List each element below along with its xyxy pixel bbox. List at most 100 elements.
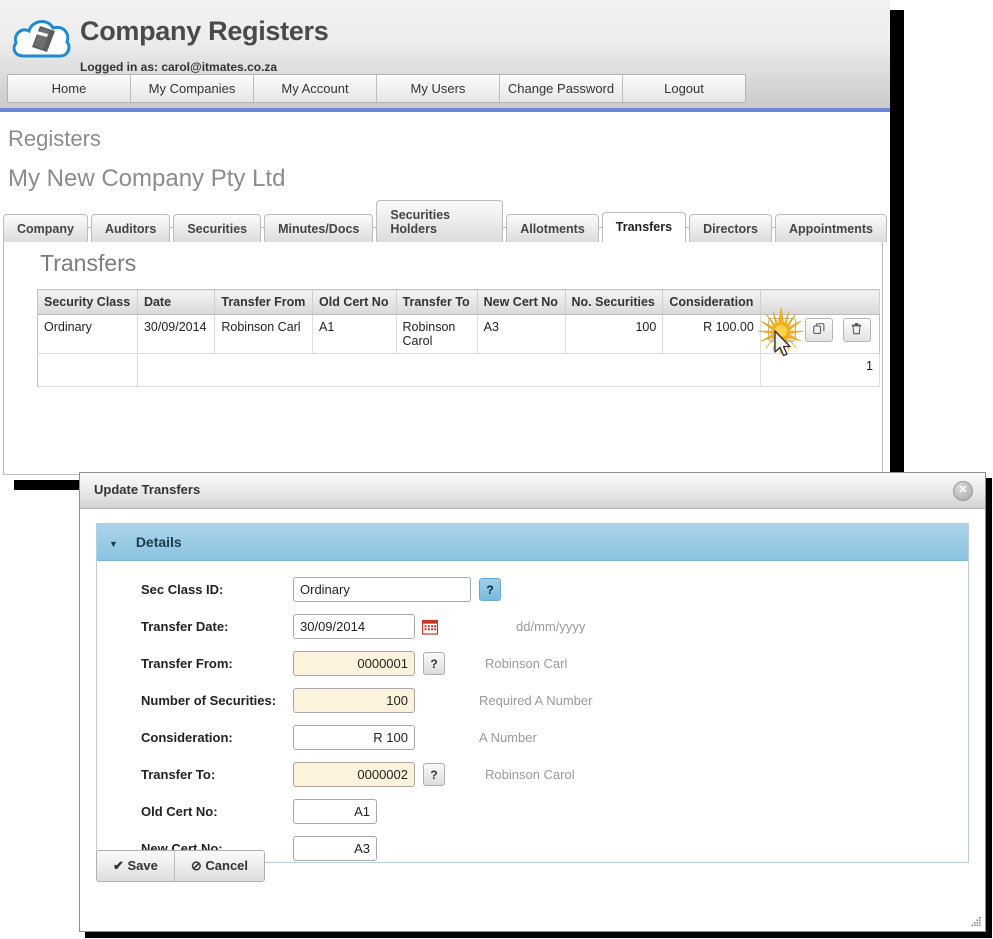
chevron-down-icon[interactable]: ▼ <box>109 539 118 549</box>
cell-transfer-from: Robinson Carl <box>214 314 314 354</box>
transfers-panel: Transfers Security Class Date Transfer F… <box>3 227 883 475</box>
transfer-to-help-button[interactable]: ? <box>423 763 445 786</box>
consideration-hint: A Number <box>479 730 537 745</box>
cell-date: 30/09/2014 <box>137 314 216 354</box>
edit-wand-icon[interactable] <box>767 318 796 342</box>
breadcrumb: Registers <box>8 126 101 151</box>
tab-appointments[interactable]: Appointments <box>774 214 887 242</box>
label-transfer-date: Transfer Date: <box>141 619 229 634</box>
trash-icon[interactable] <box>842 318 871 342</box>
cell-old-cert-no: A1 <box>312 314 397 354</box>
tab-auditors[interactable]: Auditors <box>90 214 171 242</box>
col-consideration: Consideration <box>662 289 761 315</box>
details-section-header[interactable]: ▼ Details <box>97 524 968 561</box>
company-title: My New Company Pty Ltd <box>8 165 286 192</box>
sec-class-id-help-button[interactable]: ? <box>479 578 501 601</box>
tab-directors[interactable]: Directors <box>689 214 772 242</box>
col-security-class: Security Class <box>37 289 138 315</box>
col-actions <box>760 289 881 315</box>
label-old-cert-no: Old Cert No: <box>141 804 218 819</box>
nav-item-logout[interactable]: Logout <box>623 75 745 102</box>
col-date: Date <box>137 289 216 315</box>
page-title: Company Registers <box>80 16 329 46</box>
label-sec-class-id: Sec Class ID: <box>141 582 224 597</box>
table-header-row: Security Class Date Transfer From Old Ce… <box>37 289 881 315</box>
col-transfer-from: Transfer From <box>214 289 314 315</box>
nav-item-home[interactable]: Home <box>8 75 131 102</box>
consideration-input[interactable] <box>293 725 415 750</box>
number-of-securities-input[interactable] <box>293 688 415 713</box>
tab-company[interactable]: Company <box>3 214 88 242</box>
label-transfer-from: Transfer From: <box>141 656 233 671</box>
pagination-page-number[interactable]: 1 <box>760 353 881 387</box>
col-old-cert-no: Old Cert No <box>312 289 397 315</box>
col-no-securities: No. Securities <box>565 289 664 315</box>
app-header: Company Registers Logged in as: carol@it… <box>0 0 890 112</box>
close-icon[interactable]: ✕ <box>953 481 973 501</box>
cloud-book-icon <box>12 20 71 58</box>
transfer-date-input[interactable] <box>293 614 415 639</box>
sec-class-id-input[interactable] <box>293 577 471 602</box>
nav-item-my-companies[interactable]: My Companies <box>131 75 254 102</box>
tab-minutes-docs[interactable]: Minutes/Docs <box>264 214 374 242</box>
field-transfer-date: Transfer Date: dd/mm/ <box>97 614 968 639</box>
field-number-of-securities: Number of Securities: Required A Number <box>97 688 968 713</box>
screen: Company Registers Logged in as: carol@it… <box>0 0 993 939</box>
cell-actions <box>760 314 880 354</box>
dialog-titlebar[interactable]: Update Transfers ✕ <box>80 473 985 509</box>
resize-grip-icon[interactable] <box>970 916 982 928</box>
transfer-from-hint: Robinson Carl <box>485 656 568 671</box>
field-consideration: Consideration: A Number <box>97 725 968 750</box>
cell-no-securities: 100 <box>565 314 664 354</box>
details-section: ▼ Details Sec Class ID: ? Transfer Date: <box>96 523 969 863</box>
update-transfers-dialog: Update Transfers ✕ ▼ Details Sec Class I… <box>79 472 986 932</box>
cell-consideration: R 100.00 <box>662 314 761 354</box>
save-button[interactable]: ✔ Save <box>97 851 175 881</box>
col-new-cert-no: New Cert No <box>477 289 566 315</box>
register-tabs: Company Auditors Securities Minutes/Docs… <box>3 200 890 242</box>
copy-icon[interactable] <box>805 318 834 342</box>
nav-item-change-password[interactable]: Change Password <box>500 75 623 102</box>
transfer-date-hint: dd/mm/yyyy <box>516 619 586 634</box>
cell-new-cert-no: A3 <box>477 314 566 354</box>
cell-security-class: Ordinary <box>37 314 138 354</box>
transfer-to-input[interactable] <box>293 762 415 787</box>
cancel-button[interactable]: ⊘ Cancel <box>174 851 265 881</box>
dialog-footer: ✔ Save ⊘ Cancel <box>96 850 266 882</box>
main-page-panel: Company Registers Logged in as: carol@it… <box>0 0 890 480</box>
dialog-title: Update Transfers <box>94 482 201 497</box>
tab-allotments[interactable]: Allotments <box>506 214 599 242</box>
nav-item-my-account[interactable]: My Account <box>254 75 377 102</box>
section-title: Transfers <box>40 250 137 276</box>
main-nav: Home My Companies My Account My Users Ch… <box>7 74 746 103</box>
table-empty-row: 1 <box>37 353 881 387</box>
logged-in-user: Logged in as: carol@itmates.co.za <box>80 60 278 74</box>
tab-securities[interactable]: Securities <box>173 214 262 242</box>
transfers-table: Security Class Date Transfer From Old Ce… <box>37 289 881 387</box>
empty-cell-2 <box>137 353 761 387</box>
transfer-from-input[interactable] <box>293 651 415 676</box>
tab-securities-holders[interactable]: Securities Holders <box>376 200 504 242</box>
field-transfer-from: Transfer From: ? Robinson Carl <box>97 651 968 676</box>
label-consideration: Consideration: <box>141 730 233 745</box>
transfer-from-help-button[interactable]: ? <box>423 652 445 675</box>
nav-item-my-users[interactable]: My Users <box>377 75 500 102</box>
cell-transfer-to: Robinson Carol <box>396 314 478 354</box>
transfer-form: Sec Class ID: ? Transfer Date: <box>97 561 968 861</box>
old-cert-no-input[interactable] <box>293 799 377 824</box>
empty-cell-1 <box>37 353 138 387</box>
details-section-label: Details <box>135 534 182 550</box>
number-of-securities-hint: Required A Number <box>479 693 593 708</box>
table-row[interactable]: Ordinary 30/09/2014 Robinson Carl A1 Rob… <box>37 314 880 354</box>
field-old-cert-no: Old Cert No: <box>97 799 968 824</box>
transfer-to-hint: Robinson Carol <box>485 767 575 782</box>
field-sec-class-id: Sec Class ID: ? <box>97 577 968 602</box>
tab-transfers[interactable]: Transfers <box>601 212 687 242</box>
calendar-icon[interactable] <box>422 619 438 635</box>
col-transfer-to: Transfer To <box>396 289 478 315</box>
dialog-body: ▼ Details Sec Class ID: ? Transfer Date: <box>80 509 985 894</box>
label-transfer-to: Transfer To: <box>141 767 216 782</box>
field-transfer-to: Transfer To: ? Robinson Carol <box>97 762 968 787</box>
new-cert-no-input[interactable] <box>293 836 377 861</box>
label-number-of-securities: Number of Securities: <box>141 693 277 708</box>
